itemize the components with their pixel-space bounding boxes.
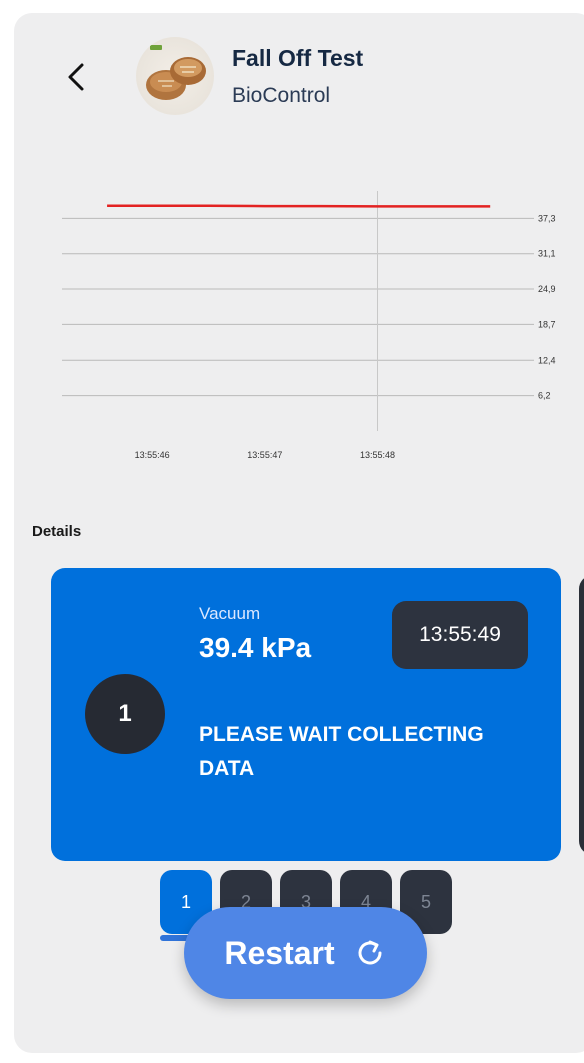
page-title: Fall Off Test (232, 45, 364, 71)
restart-label: Restart (224, 934, 335, 971)
avatar (136, 37, 214, 115)
page-subtitle: BioControl (232, 84, 331, 107)
metric-label: Vacuum (199, 604, 261, 623)
x-tick-label: 13:55:48 (360, 450, 395, 460)
next-step-card[interactable] (579, 575, 584, 855)
step-number-badge: 1 (85, 674, 165, 754)
x-tick-label: 13:55:47 (247, 450, 282, 460)
y-tick-label: 18,7 (538, 319, 556, 329)
app-screen: Fall Off Test BioControl 6,2 12,4 18,7 24,9… (14, 13, 584, 1053)
back-button[interactable] (58, 57, 98, 97)
vacuum-chart: 6,2 12,4 18,7 24,9 31,1 37,3 13:55:46 13:55:47 1… (62, 191, 556, 460)
y-tick-label: 6,2 (538, 391, 551, 401)
y-tick-label: 12,4 (538, 355, 556, 365)
y-tick-label: 24,9 (538, 284, 556, 294)
metric-value: 39.4 kPa (199, 632, 312, 663)
refresh-icon (358, 940, 382, 965)
y-tick-label: 31,1 (538, 249, 556, 259)
y-tick-label: 37,3 (538, 213, 556, 223)
vacuum-series-line (107, 204, 491, 208)
details-heading: Details (32, 523, 82, 540)
bread-icon (146, 45, 206, 100)
chevron-left-icon (68, 63, 84, 91)
status-message: PLEASE WAIT COLLECTING DATA (199, 723, 484, 780)
step-card[interactable]: 1 Vacuum 39.4 kPa 13:55:49 PLEASE WAIT C… (51, 568, 561, 861)
x-tick-label: 13:55:46 (135, 450, 170, 460)
restart-button[interactable]: Restart (184, 907, 427, 999)
time-badge: 13:55:49 (392, 601, 528, 669)
